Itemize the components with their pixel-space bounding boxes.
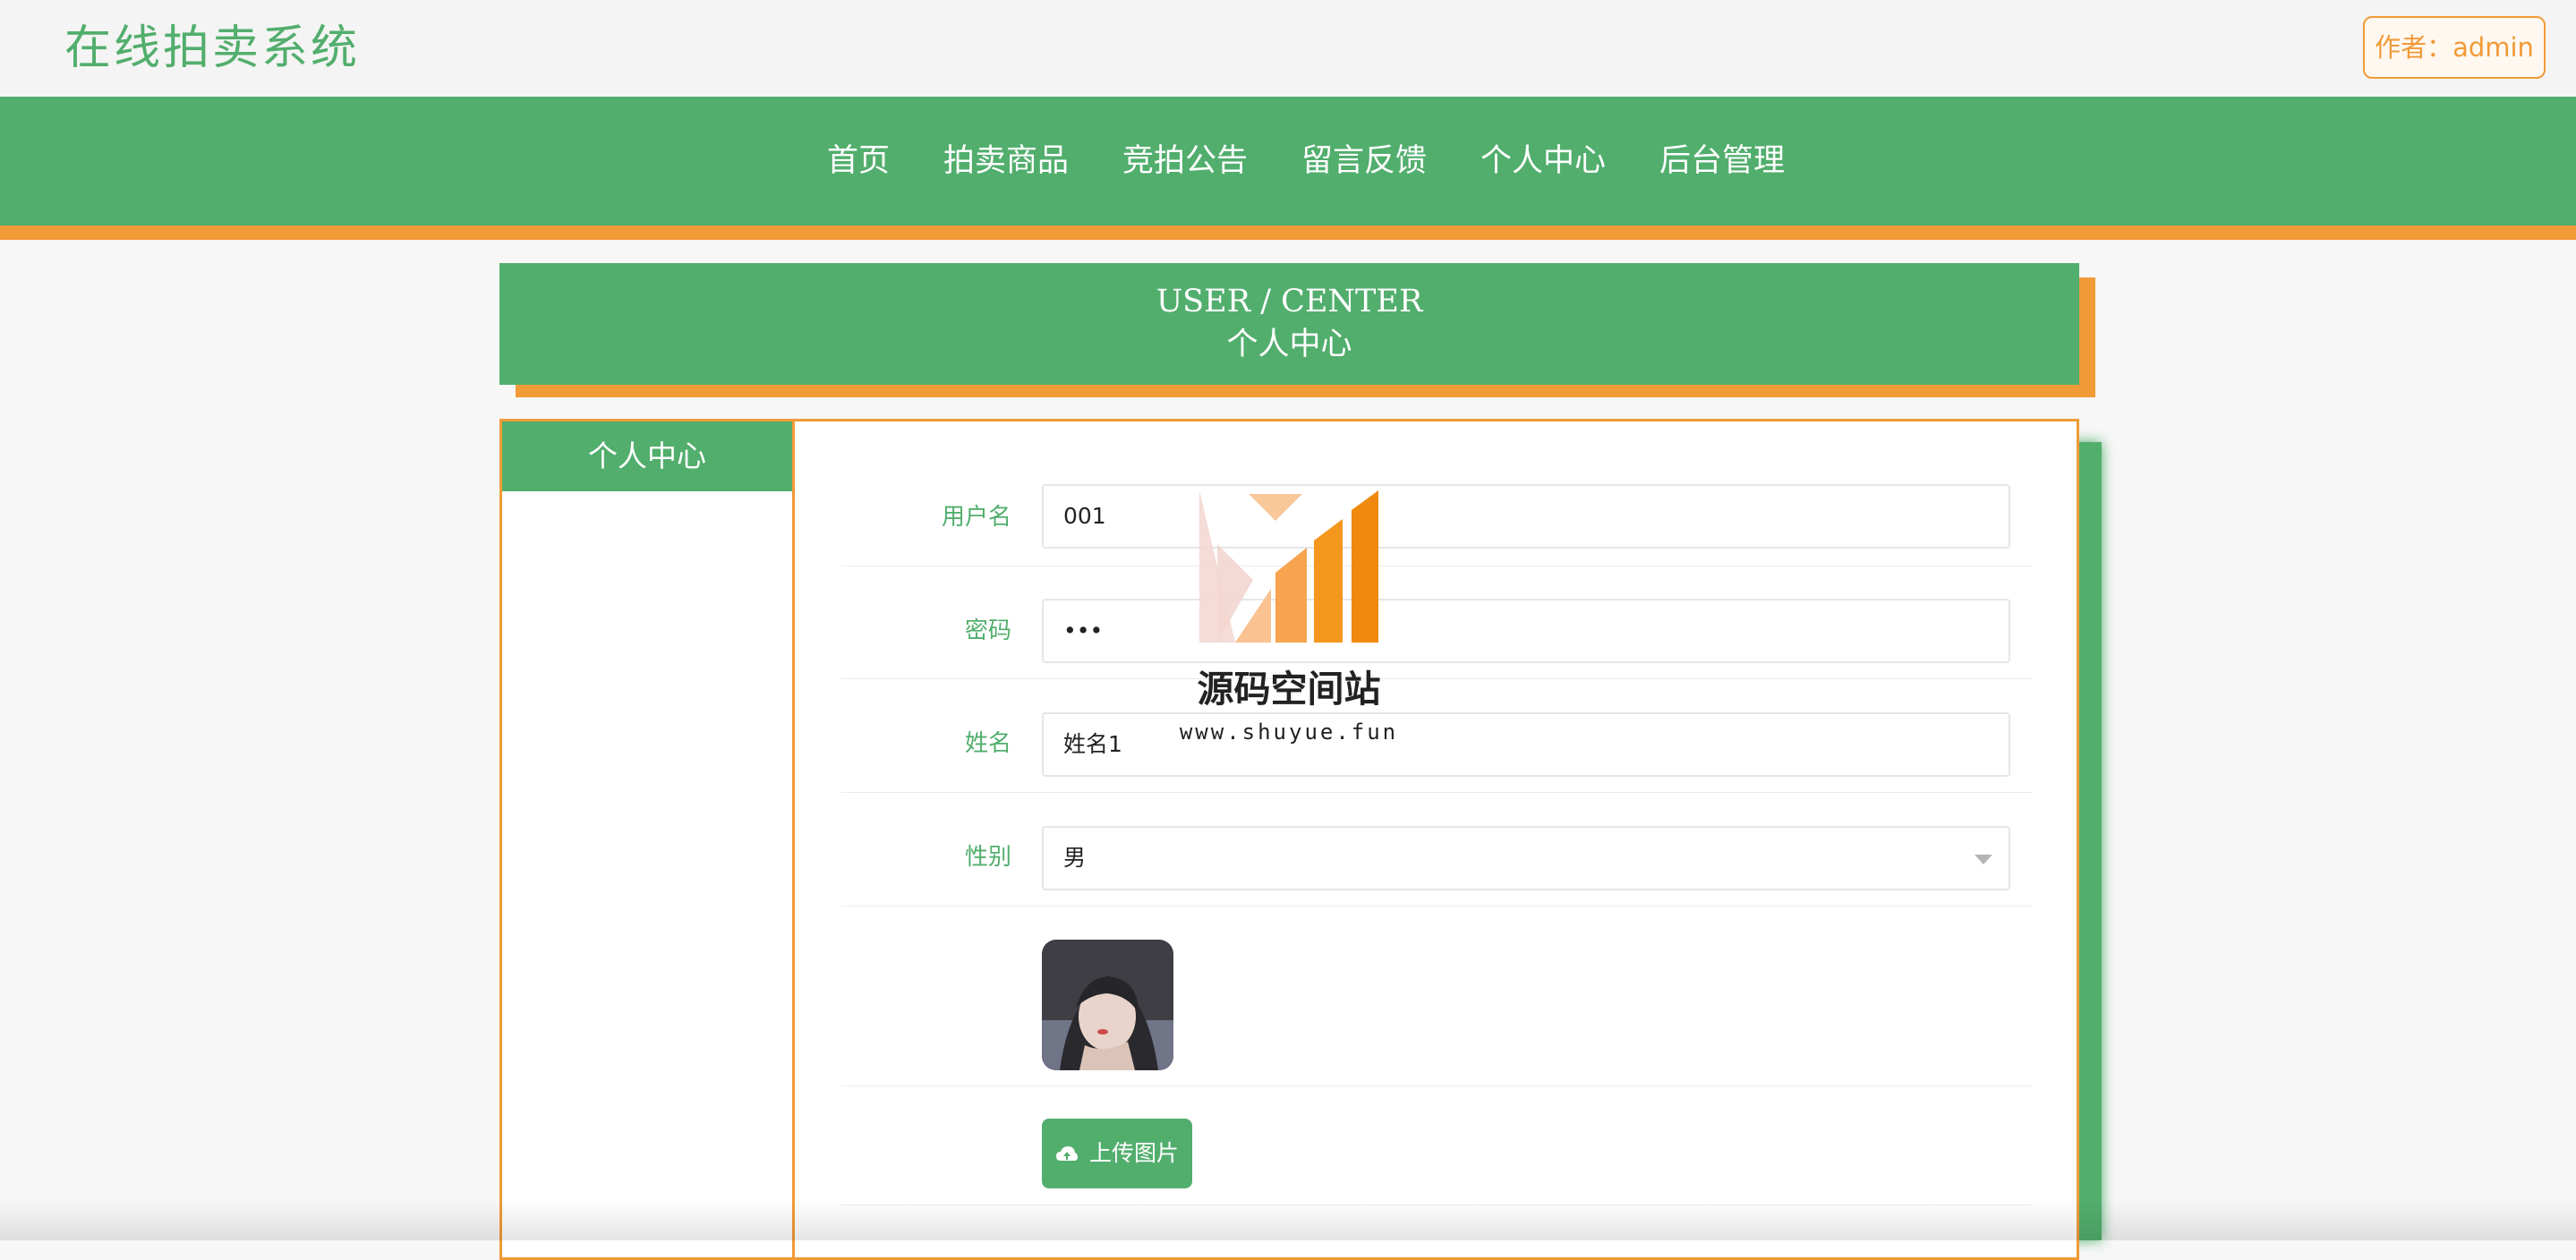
form-row-avatar [841,906,2032,1086]
gender-select[interactable]: 男 [1042,826,2010,890]
navbar-accent-stripe [0,226,2576,240]
author-badge[interactable]: 作者：admin [2363,16,2546,79]
watermark-logo-icon [1181,490,1396,664]
avatar-image [1042,940,1173,1070]
sidebar [499,419,795,1260]
nav-menu: 首页 拍卖商品 竞拍公告 留言反馈 个人中心 后台管理 [0,97,2576,226]
nav-item-feedback[interactable]: 留言反馈 [1301,139,1427,183]
top-header [0,0,2576,97]
password-label: 密码 [964,617,1011,644]
name-label: 姓名 [964,730,1011,757]
chevron-down-icon [1975,855,1992,864]
gender-selected-value: 男 [1063,845,1087,871]
section-banner: USER / CENTER 个人中心 [499,263,2079,385]
gender-label: 性别 [964,844,1011,871]
banner-chinese-title: 个人中心 [1226,327,1352,362]
site-title[interactable]: 在线拍卖系统 [64,18,360,79]
nav-item-auction-notices[interactable]: 竞拍公告 [1122,139,1248,183]
sidebar-item-user-center[interactable]: 个人中心 [502,421,792,491]
watermark-url: www.shuyue.fun [1179,719,1399,745]
nav-item-auction-goods[interactable]: 拍卖商品 [943,139,1069,183]
nav-item-user-center[interactable]: 个人中心 [1480,139,1606,183]
upload-button-label: 上传图片 [1088,1140,1179,1166]
watermark-title: 源码空间站 [1197,668,1381,711]
username-label: 用户名 [941,504,1011,531]
cloud-upload-icon [1056,1146,1079,1161]
form-row-upload [841,1085,2032,1205]
banner-english-title: USER / CENTER [1156,284,1423,319]
nav-item-admin[interactable]: 后台管理 [1659,139,1785,183]
nav-item-home[interactable]: 首页 [827,139,890,183]
upload-image-button[interactable]: 上传图片 [1042,1119,1192,1188]
